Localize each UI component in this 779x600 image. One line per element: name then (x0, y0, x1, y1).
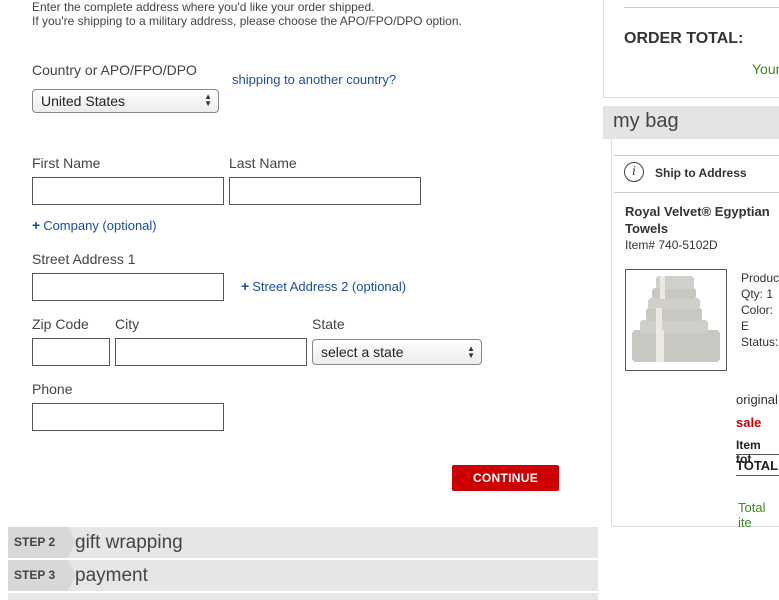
product-status: Status: (741, 335, 779, 349)
ship-to-row: i Ship to Address (614, 155, 779, 193)
phone-label: Phone (32, 381, 73, 397)
step-number: STEP 2 (8, 527, 76, 558)
order-total-label: ORDER TOTAL: (624, 30, 744, 47)
intro-text: Enter the complete address where you'd l… (32, 0, 592, 28)
select-arrows-icon: ▲ ▼ (204, 92, 212, 108)
total-items-label: Total ite (738, 500, 766, 530)
step-next-partial (8, 593, 598, 600)
summary-divider (624, 7, 779, 8)
step-gift-wrapping[interactable]: STEP 2 gift wrapping (8, 527, 598, 558)
intro-line-1: Enter the complete address where you'd l… (32, 0, 375, 14)
step-number: STEP 3 (8, 560, 76, 591)
phone-input[interactable] (32, 403, 224, 431)
product-name-line-2[interactable]: Towels (625, 221, 668, 236)
step-title: gift wrapping (75, 532, 183, 553)
street2-link-label: Street Address 2 (optional) (252, 279, 407, 294)
sale-price-label: sale (736, 415, 762, 430)
step-payment[interactable]: STEP 3 payment (8, 560, 598, 591)
country-label: Country or APO/FPO/DPO (32, 62, 197, 78)
street1-label: Street Address 1 (32, 251, 136, 267)
summary-green-text: Your (752, 61, 779, 77)
last-name-input[interactable] (229, 177, 421, 205)
my-bag-panel: i Ship to Address Royal Velvet® Egyptian… (611, 139, 779, 530)
zip-label: Zip Code (32, 316, 89, 332)
country-select[interactable]: United States ▲ ▼ (32, 89, 219, 113)
product-details: Produc Qty: 1 Color: E Status: (741, 270, 779, 350)
info-icon: i (624, 162, 644, 182)
product-label: Produc (741, 271, 779, 285)
company-optional-link[interactable]: + Company (optional) (32, 217, 157, 233)
country-select-value: United States (41, 93, 126, 109)
state-select-value: select a state (321, 344, 404, 360)
intro-line-2: If you're shipping to a military address… (32, 14, 462, 28)
last-name-label: Last Name (229, 155, 297, 171)
state-label: State (312, 316, 345, 332)
my-bag-header: my bag (603, 106, 779, 139)
towels-image-icon (632, 276, 720, 362)
shipping-another-country-link[interactable]: shipping to another country? (232, 72, 396, 87)
step-title: payment (75, 565, 148, 586)
product-image[interactable] (625, 269, 727, 371)
continue-button[interactable]: CONTINUE (452, 465, 559, 491)
item-number: Item# 740-5102D (625, 238, 718, 252)
select-arrows-icon: ▲ ▼ (467, 344, 475, 360)
state-select[interactable]: select a state ▲ ▼ (312, 339, 482, 365)
city-input[interactable] (115, 338, 307, 366)
street2-optional-link[interactable]: + Street Address 2 (optional) (241, 278, 406, 294)
product-qty: Qty: 1 (741, 287, 774, 301)
first-name-label: First Name (32, 155, 101, 171)
first-name-input[interactable] (32, 177, 224, 205)
product-name-line-1[interactable]: Royal Velvet® Egyptian (625, 204, 770, 219)
total-divider-bottom (736, 475, 779, 476)
total-divider (736, 454, 779, 455)
original-price-label: original (736, 392, 778, 407)
ship-to-label: Ship to Address (655, 166, 747, 180)
street1-input[interactable] (32, 273, 224, 301)
order-summary-panel: ORDER TOTAL: Your (603, 0, 779, 98)
product-color: Color: E (741, 303, 774, 333)
plus-icon: + (32, 217, 41, 233)
plus-icon: + (241, 278, 250, 294)
zip-input[interactable] (32, 338, 110, 366)
company-link-label: Company (optional) (43, 218, 157, 233)
city-label: City (115, 316, 140, 332)
bag-total-label: TOTAL: (736, 458, 779, 473)
